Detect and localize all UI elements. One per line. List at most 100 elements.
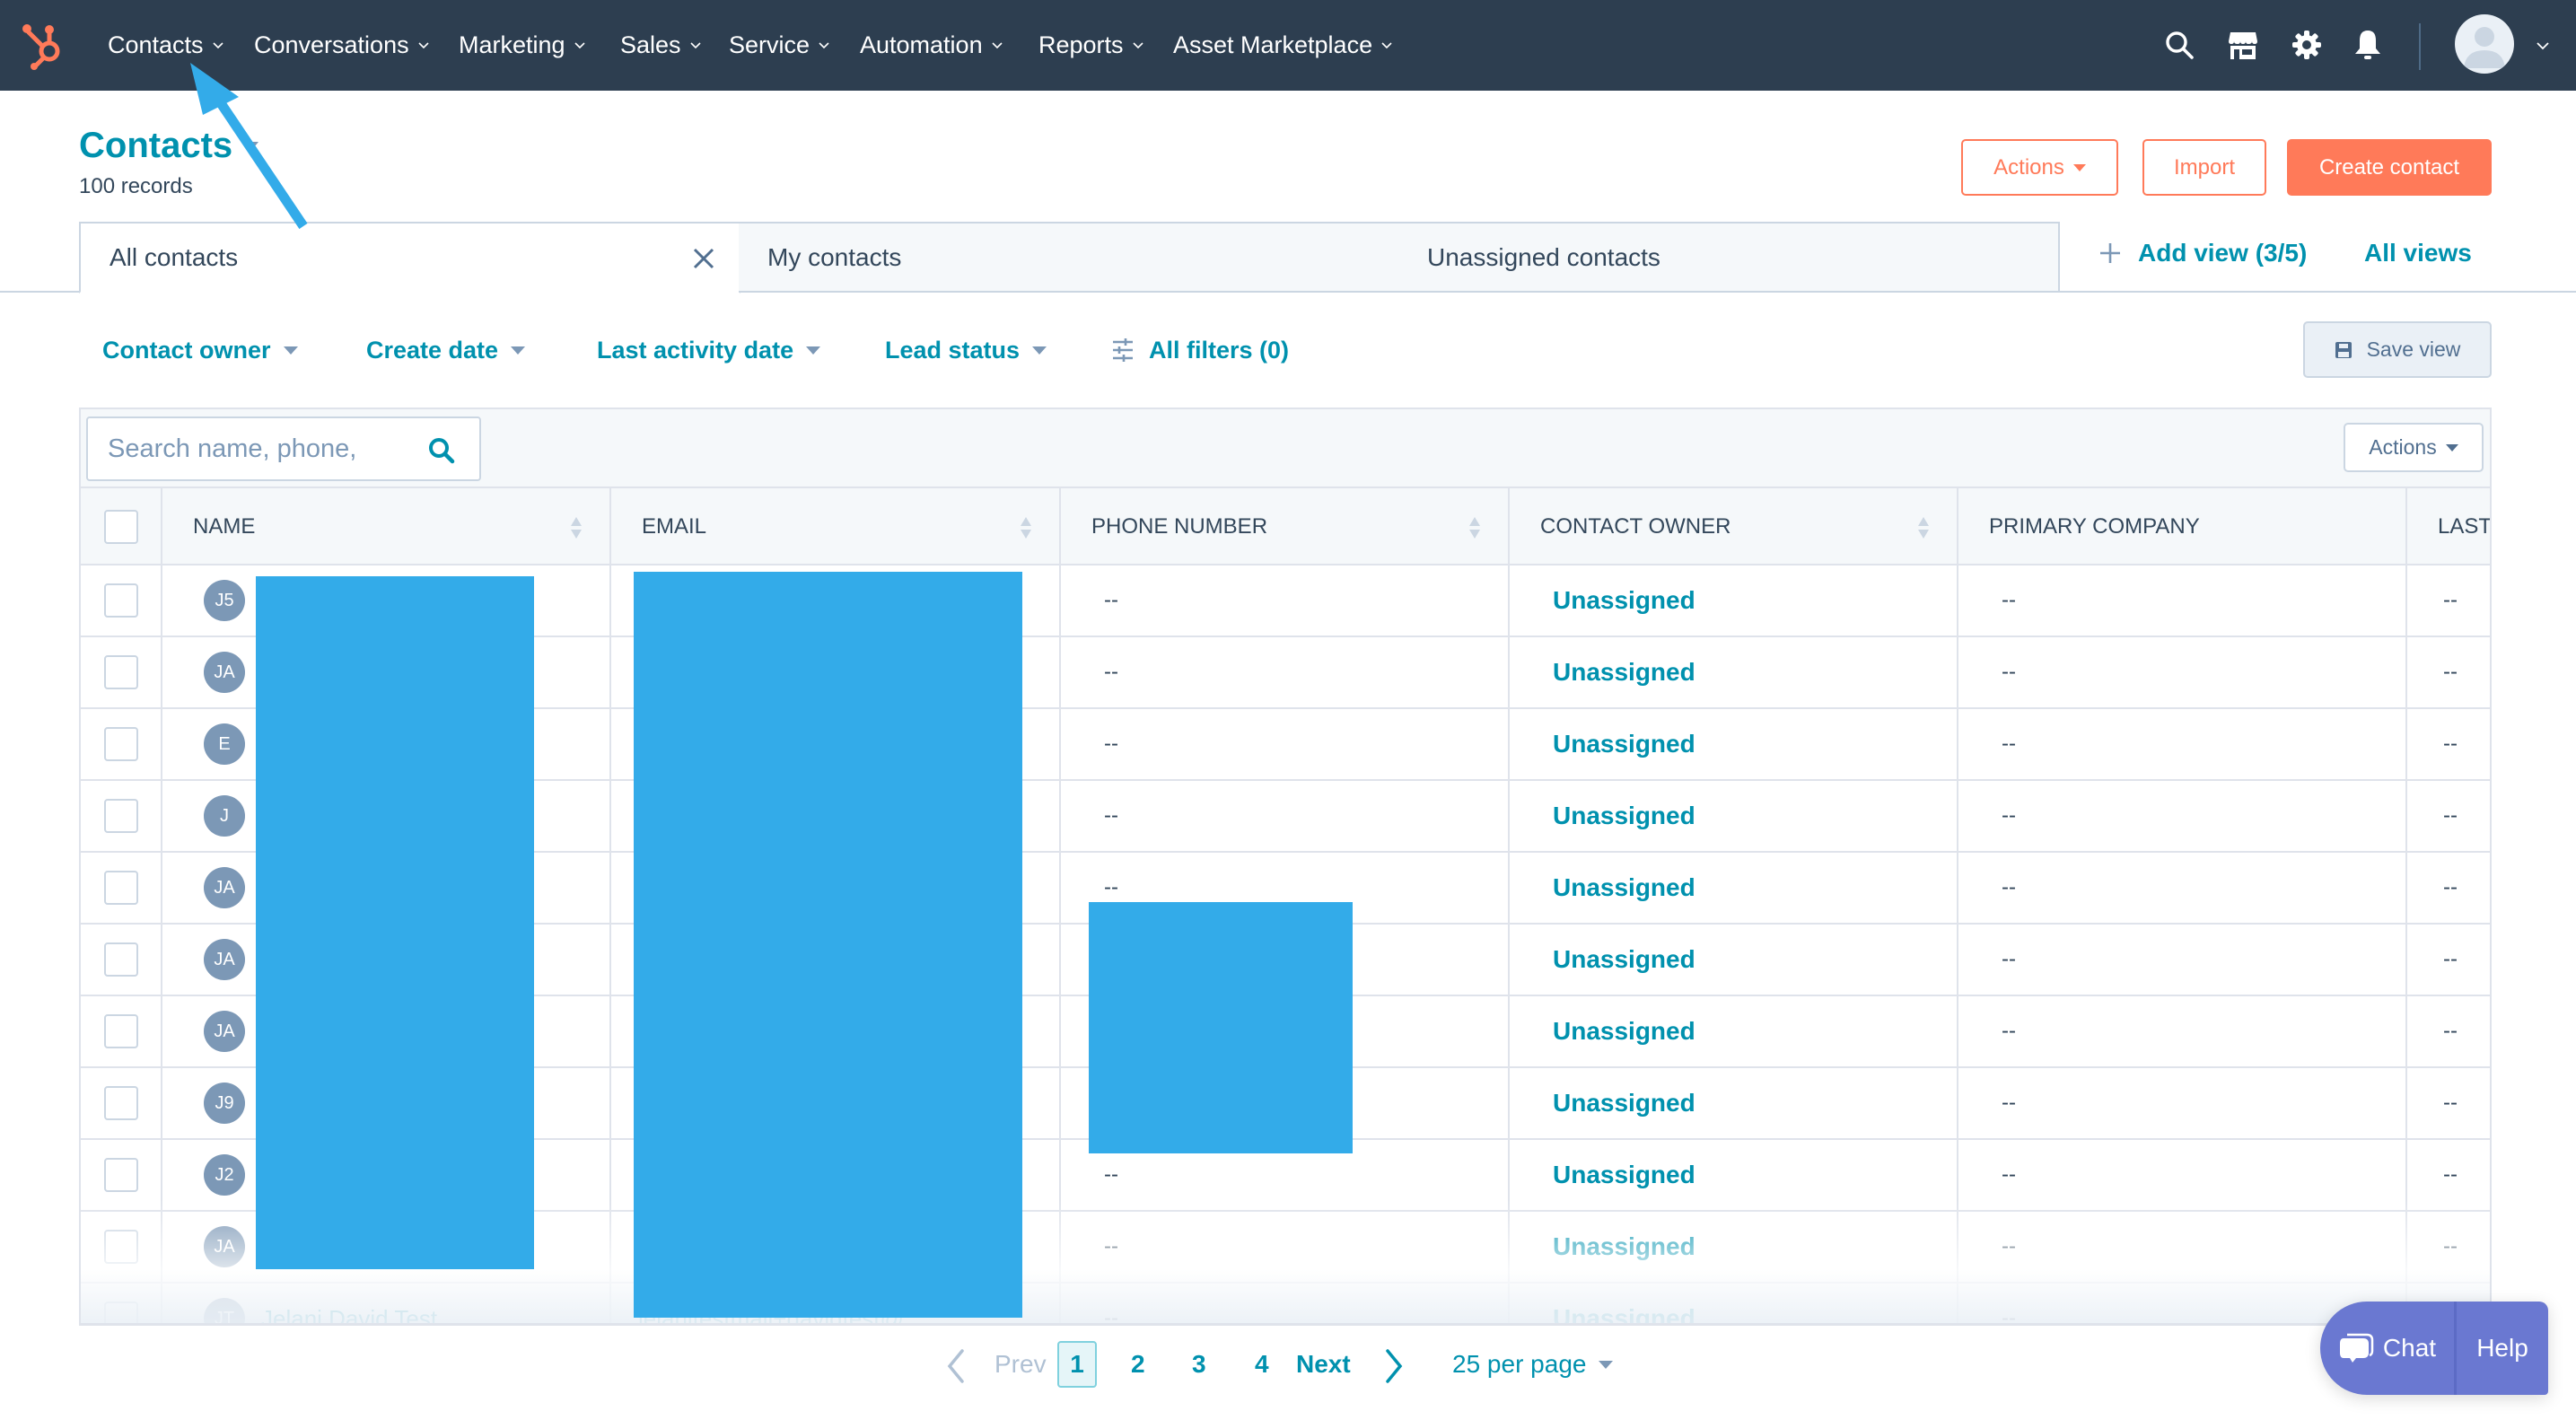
chevron-left-icon[interactable] <box>944 1348 968 1384</box>
nav-asset-marketplace[interactable]: Asset Marketplace <box>1173 25 1393 65</box>
contact-name-link[interactable]: Jelani David Test <box>261 1305 437 1326</box>
tab-all-contacts[interactable]: All contacts <box>79 222 740 294</box>
notifications-button[interactable] <box>2350 27 2386 63</box>
import-button[interactable]: Import <box>2142 139 2266 196</box>
owner-cell: Unassigned <box>1510 637 1958 707</box>
contact-owner-link[interactable]: Unassigned <box>1510 658 1695 687</box>
nav-automation[interactable]: Automation <box>860 25 1003 65</box>
page-1-button[interactable]: 1 <box>1057 1341 1097 1388</box>
contact-owner-link[interactable]: Unassigned <box>1510 586 1695 615</box>
table-actions-button[interactable]: Actions <box>2344 423 2484 472</box>
filter-create-date[interactable]: Create date <box>366 334 526 366</box>
table-row[interactable]: JTJelani David Testjelanitestmail+davidt… <box>81 1284 2490 1325</box>
contact-avatar: JA <box>204 652 245 693</box>
column-header-contact-owner[interactable]: CONTACT OWNER <box>1510 488 1958 565</box>
row-checkbox[interactable] <box>103 799 138 833</box>
chevron-down-icon <box>1132 42 1143 49</box>
row-checkbox[interactable] <box>103 1230 138 1264</box>
marketplace-button[interactable] <box>2225 27 2261 63</box>
search-icon[interactable] <box>427 436 456 465</box>
row-checkbox[interactable] <box>103 1086 138 1120</box>
row-checkbox[interactable] <box>103 583 138 618</box>
search-button[interactable] <box>2161 27 2197 63</box>
contact-owner-link[interactable]: Unassigned <box>1510 730 1695 758</box>
settings-button[interactable] <box>2289 27 2325 63</box>
sort-icon[interactable] <box>1020 515 1032 540</box>
chevron-down-icon[interactable] <box>2535 39 2551 52</box>
last-value: -- <box>2443 660 2458 684</box>
sort-icon[interactable] <box>1468 515 1481 540</box>
company-value: -- <box>2002 1091 2016 1115</box>
nav-service[interactable]: Service <box>729 25 830 65</box>
page-size-dropdown[interactable]: 25 per page <box>1452 1337 1614 1391</box>
company-cell: -- <box>1958 1212 2407 1282</box>
actions-button[interactable]: Actions <box>1961 139 2118 196</box>
last-cell: -- <box>2407 853 2490 923</box>
user-avatar[interactable] <box>2455 14 2514 74</box>
tab-my-contacts[interactable]: My contacts <box>739 222 1400 293</box>
help-button[interactable]: Help <box>2457 1302 2548 1395</box>
select-all-checkbox[interactable] <box>103 510 138 544</box>
chat-button[interactable]: Chat <box>2320 1302 2457 1395</box>
row-checkbox[interactable] <box>103 727 138 761</box>
column-label: CONTACT OWNER <box>1540 514 1731 539</box>
page-title[interactable]: Contacts <box>79 126 232 166</box>
contact-owner-link[interactable]: Unassigned <box>1510 1232 1695 1261</box>
contact-owner-link[interactable]: Unassigned <box>1510 945 1695 974</box>
table-header: NAME EMAIL PHONE NUMBER CONTACT OWNER PR… <box>81 488 2490 565</box>
contact-owner-link[interactable]: Unassigned <box>1510 873 1695 902</box>
filter-contact-owner[interactable]: Contact owner <box>102 334 298 366</box>
title-dropdown-caret-icon[interactable] <box>242 142 258 152</box>
tab-unassigned-contacts[interactable]: Unassigned contacts <box>1398 222 2060 293</box>
close-icon[interactable] <box>690 245 717 272</box>
chevron-right-icon[interactable] <box>1382 1348 1406 1384</box>
filter-lead-status[interactable]: Lead status <box>885 334 1047 366</box>
create-contact-button[interactable]: Create contact <box>2287 139 2492 196</box>
contact-owner-link[interactable]: Unassigned <box>1510 802 1695 830</box>
record-count: 100 records <box>79 174 193 198</box>
nav-marketing[interactable]: Marketing <box>459 25 586 65</box>
sort-icon[interactable] <box>570 515 583 540</box>
all-filters-button[interactable]: All filters (0) <box>1111 334 1289 366</box>
chevron-down-icon <box>689 42 701 49</box>
all-views-link[interactable]: All views <box>2364 239 2472 267</box>
row-select-cell <box>81 996 162 1066</box>
column-header-last[interactable]: LAST <box>2407 488 2490 565</box>
sort-icon[interactable] <box>1917 515 1930 540</box>
nav-sales[interactable]: Sales <box>620 25 702 65</box>
caret-down-icon <box>2072 163 2086 171</box>
prev-page-button[interactable]: Prev <box>994 1337 1047 1391</box>
contact-owner-link[interactable]: Unassigned <box>1510 1017 1695 1046</box>
row-checkbox[interactable] <box>103 942 138 977</box>
chevron-down-icon <box>212 42 223 49</box>
hubspot-logo-icon[interactable] <box>20 20 70 70</box>
contact-avatar: JT <box>204 1298 245 1325</box>
page-3-button[interactable]: 3 <box>1192 1337 1206 1391</box>
row-select-cell <box>81 1284 162 1325</box>
page-4-button[interactable]: 4 <box>1255 1337 1269 1391</box>
column-header-name[interactable]: NAME <box>162 488 611 565</box>
row-checkbox[interactable] <box>103 655 138 689</box>
nav-reports[interactable]: Reports <box>1038 25 1144 65</box>
next-page-button[interactable]: Next <box>1296 1337 1351 1391</box>
redaction-block-emails <box>634 572 1022 1318</box>
column-header-primary-company[interactable]: PRIMARY COMPANY <box>1958 488 2407 565</box>
row-checkbox[interactable] <box>103 1158 138 1192</box>
contact-owner-link[interactable]: Unassigned <box>1510 1304 1695 1325</box>
contact-owner-link[interactable]: Unassigned <box>1510 1089 1695 1118</box>
filter-last-activity-date[interactable]: Last activity date <box>597 334 821 366</box>
search-input[interactable] <box>88 418 420 479</box>
column-header-phone-number[interactable]: PHONE NUMBER <box>1061 488 1510 565</box>
add-view-button[interactable]: Add view (3/5) <box>2098 239 2307 267</box>
column-header-email[interactable]: EMAIL <box>611 488 1061 565</box>
page-2-button[interactable]: 2 <box>1131 1337 1145 1391</box>
last-value: -- <box>2443 875 2458 899</box>
save-view-button[interactable]: Save view <box>2303 321 2492 378</box>
nav-contacts[interactable]: Contacts <box>108 25 224 65</box>
contact-owner-link[interactable]: Unassigned <box>1510 1161 1695 1189</box>
nav-conversations[interactable]: Conversations <box>254 25 430 65</box>
row-checkbox[interactable] <box>103 1302 138 1325</box>
row-checkbox[interactable] <box>103 871 138 905</box>
caret-down-icon <box>283 346 298 355</box>
row-checkbox[interactable] <box>103 1014 138 1048</box>
